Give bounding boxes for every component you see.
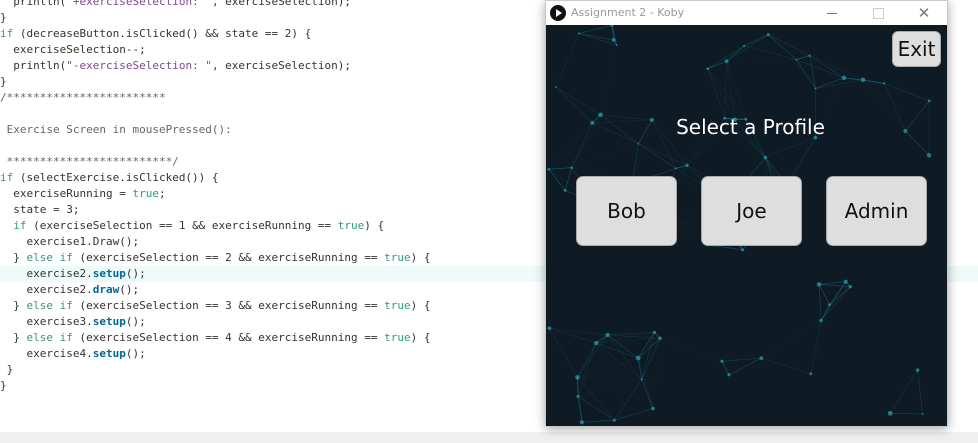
profile-button-admin[interactable]: Admin bbox=[826, 176, 927, 246]
exit-button[interactable]: Exit bbox=[892, 31, 941, 67]
profile-button-bob[interactable]: Bob bbox=[576, 176, 677, 246]
code-token: true bbox=[337, 219, 365, 232]
code-token: } bbox=[0, 363, 14, 376]
sketch-canvas[interactable]: Exit Select a Profile Bob Joe Admin bbox=[546, 25, 947, 426]
code-token: (exerciseSelection == 1 && exerciseRunni… bbox=[26, 219, 338, 232]
code-token: , exerciseSelection); bbox=[211, 59, 352, 72]
code-token: exercise2. bbox=[0, 267, 93, 280]
code-token: (); bbox=[125, 347, 146, 360]
code-token: setup bbox=[92, 347, 126, 360]
code-token: true bbox=[384, 331, 411, 344]
code-token: Exercise Screen in mousePressed(): bbox=[0, 123, 232, 136]
code-token: ) { bbox=[410, 331, 431, 344]
maximize-button[interactable] bbox=[855, 1, 901, 25]
code-token: ; bbox=[158, 187, 166, 200]
code-token: else if bbox=[26, 331, 73, 344]
code-token: ) { bbox=[410, 251, 431, 264]
code-token: state = 3; bbox=[0, 203, 80, 216]
code-token: exercise1.Draw(); bbox=[0, 235, 140, 248]
code-token: exercise2. bbox=[0, 283, 93, 296]
code-token: "-exerciseSelection: " bbox=[66, 59, 212, 72]
code-token: , exerciseSelection); bbox=[211, 0, 352, 8]
code-token: (exerciseSelection == 2 && exerciseRunni… bbox=[72, 251, 385, 264]
horizontal-scrollbar[interactable] bbox=[0, 432, 978, 443]
sketch-window: Assignment 2 - Koby ✕ Exit Select a Prof… bbox=[545, 0, 948, 427]
code-token: setup bbox=[92, 315, 126, 328]
code-token: else if bbox=[26, 299, 73, 312]
window-titlebar[interactable]: Assignment 2 - Koby ✕ bbox=[546, 1, 947, 25]
code-token: exerciseRunning = bbox=[0, 187, 133, 200]
code-token: true bbox=[132, 187, 159, 200]
code-token: draw bbox=[92, 283, 120, 296]
code-token: true bbox=[384, 299, 411, 312]
processing-play-icon bbox=[550, 5, 566, 21]
code-token: *************************/ bbox=[0, 155, 179, 168]
page-title: Select a Profile bbox=[676, 115, 825, 139]
code-token: } bbox=[0, 11, 7, 24]
code-token: "+exerciseSelection: " bbox=[66, 0, 212, 8]
code-token: exercise4. bbox=[0, 347, 93, 360]
code-token: exercise3. bbox=[0, 315, 93, 328]
code-token: } bbox=[0, 379, 7, 392]
code-token: if bbox=[0, 27, 14, 40]
code-token: (exerciseSelection == 3 && exerciseRunni… bbox=[72, 299, 385, 312]
code-token: println( bbox=[0, 59, 67, 72]
code-token: else if bbox=[26, 251, 73, 264]
code-token: (); bbox=[119, 283, 140, 296]
code-token: (); bbox=[125, 315, 146, 328]
minimize-button[interactable] bbox=[809, 1, 855, 25]
code-token: (decreaseButton.isClicked() && state == … bbox=[13, 27, 312, 40]
code-token: (); bbox=[125, 267, 146, 280]
close-button[interactable]: ✕ bbox=[901, 1, 947, 25]
code-token: } bbox=[0, 331, 27, 344]
code-token: if bbox=[0, 171, 14, 184]
code-token: } bbox=[0, 299, 27, 312]
code-token: setup bbox=[92, 267, 126, 280]
code-token: /************************ bbox=[0, 91, 166, 104]
code-token: ) { bbox=[410, 299, 431, 312]
code-token: if bbox=[0, 219, 27, 232]
profile-button-joe[interactable]: Joe bbox=[701, 176, 802, 246]
window-title: Assignment 2 - Koby bbox=[571, 6, 685, 19]
code-token: ) { bbox=[364, 219, 385, 232]
code-token: (selectExercise.isClicked()) { bbox=[13, 171, 219, 184]
code-token: } bbox=[0, 251, 27, 264]
code-token: (exerciseSelection == 4 && exerciseRunni… bbox=[72, 331, 385, 344]
code-token: } bbox=[0, 75, 7, 88]
code-token: true bbox=[384, 251, 411, 264]
code-token: exerciseSelection--; bbox=[0, 43, 146, 56]
code-token: println( bbox=[0, 0, 67, 8]
